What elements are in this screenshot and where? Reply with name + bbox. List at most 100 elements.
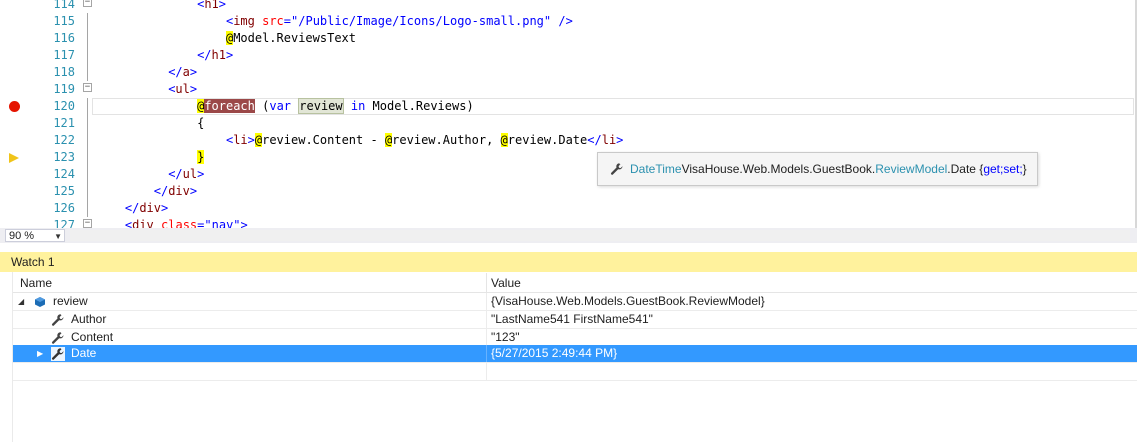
code-token: src [262,14,284,28]
code-line[interactable]: 120 @foreach (var review in Model.Reviews… [0,98,1137,115]
code-token: > [189,184,198,198]
code-token: </ [153,184,169,198]
code-token: Model.ReviewsText [233,31,357,45]
watch-column-header: Name Value [0,273,1137,293]
outline-guide [87,47,88,64]
code-token: li [601,133,617,147]
watch-row-selected[interactable]: ▶ Date {5/27/2015 2:49:44 PM} [13,345,1137,363]
chevron-down-icon: ▼ [54,232,62,241]
collapse-region-icon[interactable]: − [83,219,92,228]
code-line[interactable]: 127− <div class="nav"> [0,217,1137,228]
code-line[interactable]: 126 </div> [0,200,1137,217]
code-text[interactable]: { [197,115,204,132]
code-token: > [161,201,169,215]
code-line[interactable]: 114 − <h1> [0,0,1137,13]
line-number: 114 [53,0,75,11]
line-number: 119 [53,82,75,96]
code-token: > [189,65,198,79]
column-divider[interactable] [486,273,487,292]
watch-row[interactable]: ◢ review {VisaHouse.Web.Models.GuestBook… [13,293,1137,311]
code-line[interactable]: 119− <ul> [0,81,1137,98]
watch-row-value[interactable]: "123" [491,330,520,344]
collapse-triangle-icon[interactable]: ◢ [18,297,24,306]
code-token: </ [168,65,183,79]
code-line[interactable]: 118 </a> [0,64,1137,81]
code-text[interactable]: <ul> [168,81,197,98]
code-token: > [218,0,226,11]
zoom-dropdown[interactable]: 90 % ▼ [5,229,65,242]
editor-status-strip: 90 % ▼ [0,228,1137,243]
wrench-icon [51,332,64,344]
code-token: = [283,14,292,28]
code-token: review.Content - [262,133,385,147]
watch-row-name: review [53,294,88,308]
line-number: 122 [53,133,75,147]
outline-guide [87,115,88,132]
quickinfo-tooltip: DateTime VisaHouse.Web.Models.GuestBook.… [597,152,1038,186]
code-token: > [616,133,624,147]
code-text[interactable]: } [197,149,205,166]
watch-row-value[interactable]: {5/27/2015 2:49:44 PM} [491,346,617,360]
line-number: 115 [53,14,75,28]
watch-row-value[interactable]: "LastName541 FirstName541" [491,312,653,326]
horizontal-scrollbar[interactable] [70,230,1130,241]
line-number: 121 [53,116,75,130]
code-text[interactable]: </h1> [197,47,233,64]
column-header-name[interactable]: Name [20,276,52,290]
watch-row-value[interactable]: {VisaHouse.Web.Models.GuestBook.ReviewMo… [491,294,765,308]
code-line[interactable]: 116 @Model.ReviewsText [0,30,1137,47]
code-token: var [269,99,292,113]
watch-empty-row[interactable] [13,363,1137,381]
code-token: ul [175,82,190,96]
code-token: div [139,201,162,215]
watch-row[interactable]: Author "LastName541 FirstName541" [13,311,1137,329]
code-text[interactable]: </div> [125,200,168,217]
watch-title-bar[interactable]: Watch 1 [0,252,1137,272]
row-divider [486,363,487,380]
code-token: img [233,14,255,28]
code-token: } [197,150,205,164]
code-line[interactable]: 115 <img src="/Public/Image/Icons/Logo-sm… [0,13,1137,30]
code-text[interactable]: </ul> [168,166,204,183]
wrench-icon [51,314,64,326]
code-token: ( [254,99,270,113]
wrench-icon [610,163,623,175]
code-text[interactable]: @Model.ReviewsText [225,30,357,47]
collapse-region-icon[interactable]: − [83,83,92,92]
pane-splitter[interactable] [0,243,1137,252]
code-token: foreach [204,99,255,113]
line-number: 118 [53,65,75,79]
outline-guide [87,132,88,149]
line-number: 120 [53,99,75,113]
current-statement-arrow-icon[interactable] [9,153,19,163]
outline-guide [87,13,88,30]
code-token: li [233,133,248,147]
expand-triangle-icon[interactable]: ▶ [37,349,43,358]
code-token: </ [587,133,602,147]
code-text[interactable]: <li>@review.Content - @review.Author, @r… [226,132,623,149]
code-text[interactable]: <div class="nav"> [125,217,248,228]
wrench-icon [51,347,65,361]
code-text[interactable]: </a> [168,64,197,81]
outline-guide [87,149,88,166]
breakpoint-icon[interactable] [9,101,20,112]
code-text[interactable]: </div> [154,183,197,200]
code-text[interactable]: <h1> [197,0,226,13]
column-header-value[interactable]: Value [491,276,521,290]
code-token: review [298,98,344,114]
code-editor[interactable]: 114 − <h1> 115 <img src="/Public/Image/Icons… [0,0,1137,228]
line-number: 116 [53,31,75,45]
object-icon [35,297,45,307]
tooltip-class: ReviewModel [875,162,948,176]
code-line[interactable]: 121 { [0,115,1137,132]
code-token: > [197,167,205,181]
line-number: 125 [53,184,75,198]
code-text[interactable]: <img src="/Public/Image/Icons/Logo-small… [226,13,573,30]
code-text[interactable]: @foreach (var review in Model.Reviews) [197,98,474,115]
code-token: > [189,82,198,96]
code-line[interactable]: 122 <li>@review.Content - @review.Author,… [0,132,1137,149]
zoom-value: 90 % [9,230,35,242]
code-line[interactable]: 117 </h1> [0,47,1137,64]
collapse-region-icon[interactable]: − [83,0,92,7]
tooltip-set: set; [1003,162,1023,176]
